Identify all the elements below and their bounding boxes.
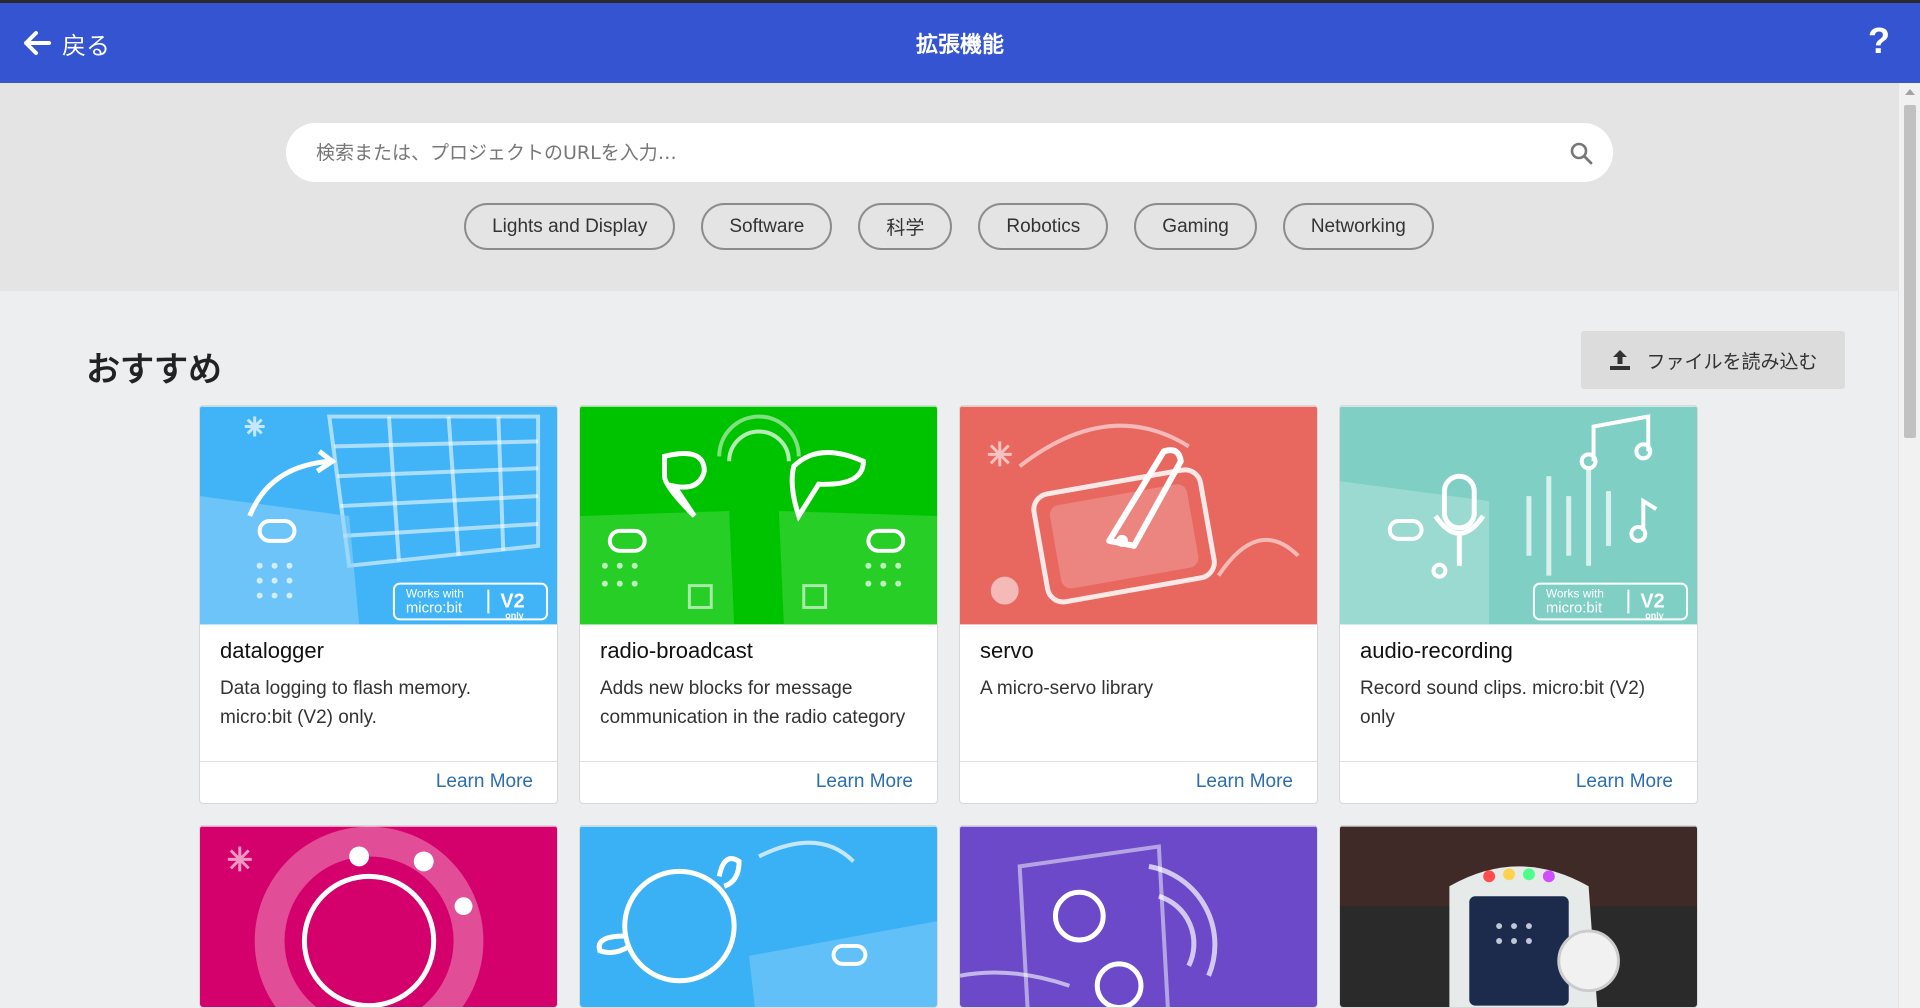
page-title: 拡張機能	[915, 33, 1004, 58]
extension-card[interactable]	[579, 825, 938, 1008]
chip-networking[interactable]: Networking	[1282, 203, 1434, 250]
badge-microbit: micro:bit	[406, 600, 463, 616]
badge-works-with: Works with	[406, 587, 464, 601]
robot-photo	[1340, 826, 1697, 1007]
badge-v2: V2	[500, 590, 524, 612]
card-title: servo	[980, 638, 1034, 663]
servo-illustration	[960, 406, 1317, 625]
chip-science[interactable]: 科学	[858, 203, 953, 250]
extension-card[interactable]	[959, 825, 1318, 1008]
card-description: Record sound clips. micro:bit (V2) only	[1360, 678, 1646, 728]
radio-broadcast-illustration	[580, 406, 937, 625]
vertical-scrollbar[interactable]	[1898, 83, 1920, 1008]
card-divider	[1340, 761, 1697, 762]
card-description: Adds new blocks for message communicatio…	[600, 678, 906, 728]
card-image	[960, 826, 1317, 1007]
extension-card-datalogger[interactable]: Works with micro:bit V2 only datalogger …	[199, 405, 558, 804]
badge-only: only	[505, 610, 523, 620]
top-bar: 戻る 拡張機能 ?	[0, 0, 1920, 83]
search-input[interactable]	[316, 123, 1536, 182]
badge-works-with: Works with	[1546, 587, 1604, 601]
help-button[interactable]: ?	[1864, 23, 1894, 59]
card-image	[580, 406, 937, 625]
chip-software[interactable]: Software	[701, 203, 833, 250]
card-divider	[580, 761, 937, 762]
import-file-button[interactable]: ファイルを読み込む	[1581, 331, 1845, 389]
card-description: Data logging to flash memory. micro:bit …	[220, 678, 471, 728]
extension-card-audio-recording[interactable]: Works with micro:bit V2 only audio-recor…	[1339, 405, 1698, 804]
card-image	[200, 826, 557, 1007]
card-image	[580, 826, 937, 1007]
extension-card[interactable]	[1339, 825, 1698, 1008]
chip-robotics[interactable]: Robotics	[978, 203, 1109, 250]
extension-card-radio-broadcast[interactable]: radio-broadcast Adds new blocks for mess…	[579, 405, 938, 804]
turtle-illustration	[580, 826, 937, 1007]
card-title: datalogger	[220, 638, 324, 663]
audio-recording-illustration: Works with micro:bit V2 only	[1340, 406, 1697, 625]
section-title: おすすめ	[86, 350, 222, 390]
scrollbar-thumb[interactable]	[1904, 105, 1916, 438]
search-box	[286, 123, 1613, 182]
search-icon[interactable]	[1569, 141, 1593, 165]
badge-v2: V2	[1640, 590, 1664, 612]
speaker-illustration	[960, 826, 1317, 1007]
category-chips: Lights and Display Software 科学 Robotics …	[0, 203, 1898, 250]
extension-card[interactable]	[199, 825, 558, 1008]
card-image: Works with micro:bit V2 only	[200, 406, 557, 625]
card-divider	[200, 761, 557, 762]
learn-more-link[interactable]: Learn More	[816, 771, 913, 793]
search-band: Lights and Display Software 科学 Robotics …	[0, 83, 1898, 291]
neopixel-ring-illustration	[200, 826, 557, 1007]
badge-microbit: micro:bit	[1546, 600, 1603, 616]
card-divider	[960, 761, 1317, 762]
upload-icon	[1610, 350, 1631, 370]
card-title: radio-broadcast	[600, 638, 753, 663]
datalogger-illustration: Works with micro:bit V2 only	[200, 406, 557, 625]
card-image	[1340, 826, 1697, 1007]
chip-gaming[interactable]: Gaming	[1134, 203, 1257, 250]
chip-lights-and-display[interactable]: Lights and Display	[464, 203, 676, 250]
learn-more-link[interactable]: Learn More	[436, 771, 533, 793]
learn-more-link[interactable]: Learn More	[1196, 771, 1293, 793]
card-description: A micro-servo library	[980, 678, 1154, 699]
extension-card-servo[interactable]: servo A micro-servo library Learn More	[959, 405, 1318, 804]
learn-more-link[interactable]: Learn More	[1576, 771, 1673, 793]
scroll-up-arrow-icon[interactable]	[1905, 89, 1915, 95]
card-title: audio-recording	[1360, 638, 1513, 663]
import-file-label: ファイルを読み込む	[1646, 350, 1818, 373]
badge-only: only	[1645, 610, 1663, 620]
card-image	[960, 406, 1317, 625]
card-image: Works with micro:bit V2 only	[1340, 406, 1697, 625]
